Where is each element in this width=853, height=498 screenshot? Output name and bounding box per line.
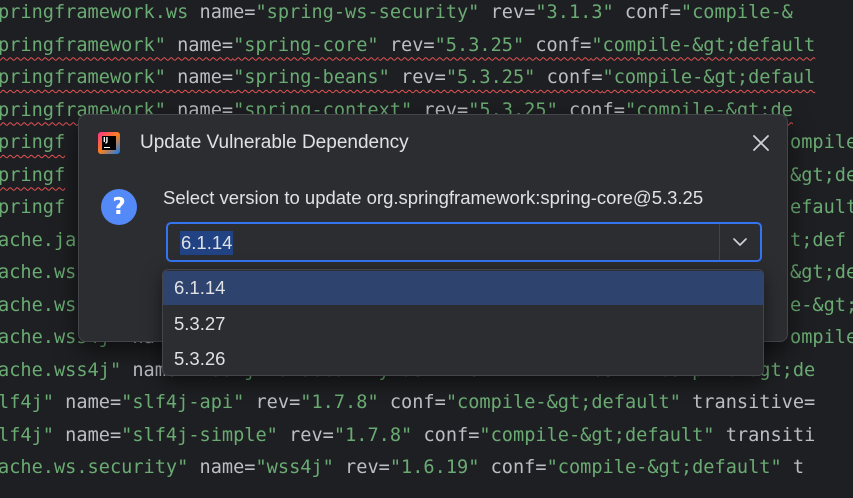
code-token: "compile-&gt;defaul — [602, 67, 816, 88]
code-token: transitive= — [680, 392, 816, 413]
code-token: rev= — [277, 424, 334, 446]
code-token: name= — [53, 392, 122, 413]
code-token: lf4j" — [0, 392, 54, 413]
code-token: conf= — [479, 457, 547, 478]
prompt-label: Select version to update org.springframe… — [163, 187, 704, 208]
code-line[interactable]: pringframework" name="spring-beans" rev=… — [0, 62, 851, 95]
dialog-title: Update Vulnerable Dependency — [140, 132, 409, 153]
code-token: pringframework" — [0, 67, 166, 88]
code-token: rev= — [378, 34, 435, 56]
code-token: conf= — [412, 424, 480, 446]
code-token: ache.wss4j" — [0, 359, 122, 381]
version-combobox[interactable]: 6.1.14 — [166, 222, 762, 262]
code-token: name= — [188, 2, 256, 23]
code-token: "1.7.8" — [300, 392, 379, 413]
code-token: "compile-&gt;default" — [479, 424, 715, 446]
code-token: "3.1.3" — [535, 2, 614, 23]
close-icon — [753, 135, 769, 151]
code-token: "compile-&gt;default" — [445, 392, 681, 413]
code-token: rev= — [479, 2, 536, 23]
version-input[interactable]: 6.1.14 — [180, 231, 234, 255]
code-token: &gt;de — [790, 262, 853, 283]
code-token: conf= — [378, 392, 446, 413]
code-token: "compile-& — [680, 2, 793, 23]
dialog-title-bar[interactable]: IJ Update Vulnerable Dependency — [79, 115, 787, 171]
question-icon: ? — [101, 189, 137, 225]
code-token: pringf — [0, 132, 66, 153]
code-token: conf= — [535, 67, 603, 88]
code-token: e-&gt;de — [790, 294, 853, 316]
code-token: "5.3.25" — [445, 67, 536, 88]
code-token: ompile-& — [790, 132, 853, 153]
code-line[interactable]: pringframework.ws name="spring-ws-securi… — [0, 0, 851, 30]
code-token: rev= — [389, 67, 446, 88]
code-token: pringframework" — [0, 34, 166, 56]
code-token: ache.ws — [0, 294, 77, 316]
code-token: pringframework.ws — [0, 2, 189, 23]
code-token: ache.ja — [0, 229, 77, 251]
code-token: pringf — [0, 197, 66, 218]
dropdown-arrow-button[interactable] — [720, 224, 760, 260]
code-token: ompile-& — [790, 327, 853, 348]
dropdown-option[interactable]: 6.1.14 — [163, 271, 763, 305]
version-dropdown-list: 6.1.14 5.3.27 5.3.26 — [162, 269, 764, 376]
code-token: "compile-&gt;default" — [546, 457, 782, 478]
chevron-down-icon — [733, 238, 747, 246]
dropdown-option[interactable]: 5.3.27 — [163, 307, 763, 341]
code-token: "1.7.8" — [333, 424, 413, 446]
code-token: name= — [188, 457, 256, 478]
code-token: "spring-ws-security" — [255, 2, 480, 23]
code-token: transiti — [714, 424, 816, 446]
code-token: ache.ws — [0, 262, 77, 283]
code-token: lf4j" — [0, 424, 54, 446]
code-token: "spring-beans" — [233, 67, 390, 88]
code-token: rev= — [244, 392, 301, 413]
code-line[interactable]: lf4j" name="slf4j-api" rev="1.7.8" conf=… — [0, 387, 851, 420]
code-token: rev= — [333, 457, 390, 478]
code-token: "5.3.25" — [434, 34, 525, 56]
code-token: name= — [165, 34, 234, 56]
code-token: name= — [53, 424, 122, 446]
code-token: "wss4j" — [255, 457, 334, 478]
code-token: "slf4j-api" — [121, 392, 245, 413]
code-token: &gt;de — [790, 164, 853, 186]
close-button[interactable] — [749, 131, 773, 155]
code-line[interactable]: pringframework" name="spring-core" rev="… — [0, 30, 851, 63]
code-token: conf= — [524, 34, 592, 56]
dropdown-option[interactable]: 5.3.26 — [163, 342, 763, 375]
code-line[interactable]: ache.ws.security" name="wss4j" rev="1.6.… — [0, 452, 851, 485]
code-token: "slf4j-simple" — [121, 424, 278, 446]
code-token: "spring-core" — [233, 34, 379, 56]
code-line[interactable]: lf4j" name="slf4j-simple" rev="1.7.8" co… — [0, 420, 851, 453]
code-token: pringf — [0, 164, 66, 186]
code-token: conf= — [613, 2, 681, 23]
code-token: "1.6.19" — [389, 457, 480, 478]
code-token: "compile-&gt;default — [591, 34, 816, 56]
intellij-idea-logo-icon: IJ — [98, 132, 120, 154]
code-token: ache.ws.security" — [0, 457, 189, 478]
code-token: t;def — [790, 229, 846, 251]
code-token: t — [781, 457, 805, 478]
code-token: name= — [165, 67, 234, 88]
code-token: efault" — [790, 197, 853, 218]
